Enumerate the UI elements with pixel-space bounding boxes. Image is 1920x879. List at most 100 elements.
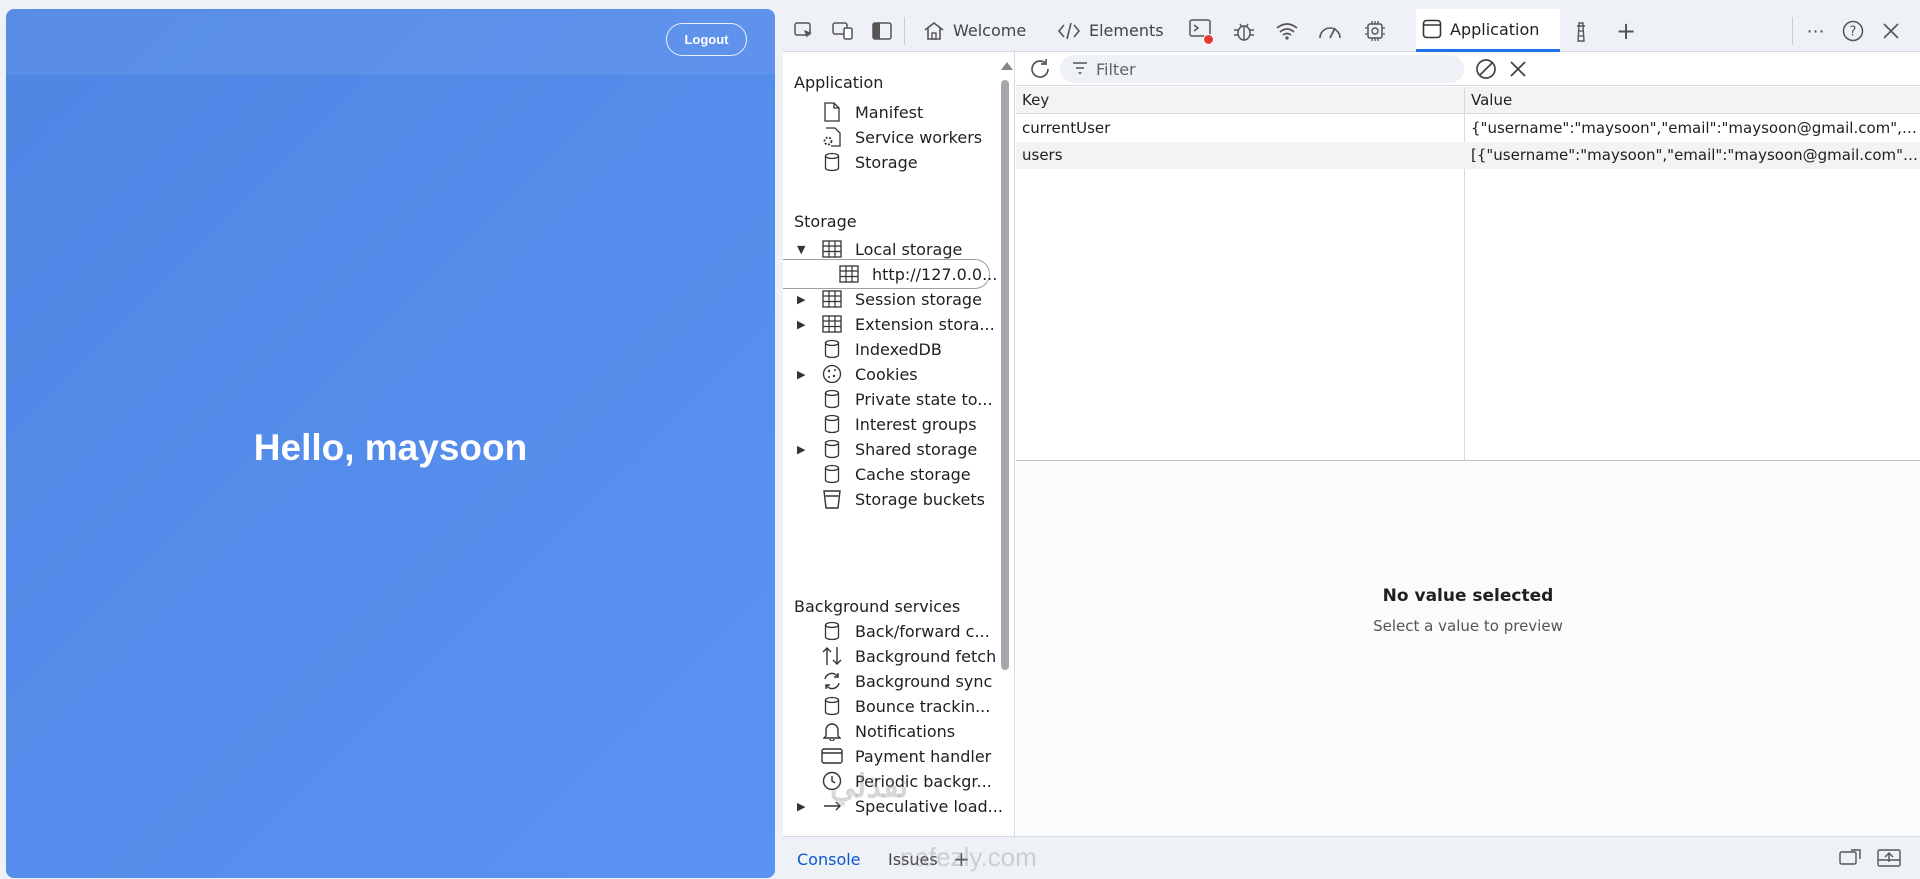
delete-selected-icon[interactable] [1506,57,1530,81]
sidebar-item-label: Back/forward c... [855,621,990,641]
row-value[interactable]: {"username":"maysoon","email":"maysoon@g… [1465,115,1920,142]
row-value[interactable]: [{"username":"maysoon","email":"maysoon@… [1465,142,1920,169]
sidebar-scrollbar[interactable] [999,58,1013,830]
sidebar-item-local-storage-origin[interactable]: http://127.0.0... [783,259,997,289]
inspect-icon[interactable] [792,20,816,42]
storage-section-header: Storage [794,212,857,231]
table-row[interactable]: users [{"username":"maysoon","email":"ma… [1016,142,1920,169]
table-icon [821,313,843,335]
cookie-icon [821,363,843,385]
filter-icon [1072,60,1088,79]
sidebar-item-label: Shared storage [855,439,978,459]
preview-subtitle: Select a value to preview [1373,617,1563,635]
more-icon[interactable]: ⋯ [1804,20,1828,42]
lighthouse-icon[interactable] [1569,20,1593,42]
sidebar-item-label: Cache storage [855,464,971,484]
code-icon [1057,22,1081,39]
sidebar-item-label: Storage [855,152,918,172]
tab-welcome[interactable]: Welcome [917,9,1032,52]
database-icon [821,413,843,435]
table-row[interactable]: currentUser {"username":"maysoon","email… [1016,115,1920,142]
dock-side-icon[interactable] [870,20,894,42]
key-value-table: Key Value currentUser {"username":"mayso… [1016,87,1920,461]
add-tab-icon[interactable]: + [1614,17,1638,45]
column-header-key[interactable]: Key [1016,87,1464,114]
home-icon [924,21,944,40]
sidebar-item-label: Private state to... [855,389,993,409]
sidebar-item-label: Payment handler [855,746,992,766]
help-icon[interactable]: ? [1841,20,1865,42]
collapsed-arrow-icon[interactable]: ▶ [797,318,809,331]
bug-icon[interactable] [1232,20,1256,42]
clock-icon [821,770,843,792]
scroll-up-arrow-icon[interactable] [1001,62,1013,70]
console-icon[interactable] [1188,19,1214,45]
sidebar-item-label: Extension stora... [855,314,995,334]
database-icon [821,388,843,410]
scrollbar-thumb[interactable] [1001,80,1009,670]
column-header-value[interactable]: Value [1465,87,1920,114]
collapsed-arrow-icon[interactable]: ▶ [797,443,809,456]
expanded-arrow-icon[interactable]: ▼ [797,243,809,256]
window-icon [1422,19,1442,39]
collapsed-arrow-icon[interactable]: ▶ [797,800,809,813]
collapsed-arrow-icon[interactable]: ▶ [797,368,809,381]
tab-application-label: Application [1450,19,1540,39]
collapsed-arrow-icon[interactable]: ▶ [797,293,809,306]
preview-title: No value selected [1382,586,1554,606]
database-icon [821,620,843,642]
credit-card-icon [821,745,843,767]
logout-button[interactable]: Logout [666,23,747,56]
memory-icon[interactable] [1363,20,1387,42]
sidebar-item-label: Service workers [855,127,983,147]
sidebar-item-label: Background fetch [855,646,997,666]
undock-drawer-icon[interactable] [1839,849,1861,871]
tab-elements[interactable]: Elements [1051,9,1170,52]
tab-application[interactable]: Application [1416,9,1560,52]
database-icon [821,151,843,173]
table-icon [821,238,843,260]
filter-input[interactable] [1096,59,1436,79]
tab-welcome-label: Welcome [953,21,1027,40]
devtools-panel: Welcome Elements Application + ⋯ ? Appli… [783,9,1920,879]
sidebar-item-label: Interest groups [855,414,977,434]
sidebar-item-label: http://127.0.0... [872,264,998,284]
drawer-tab-console[interactable]: Console [797,850,861,869]
web-page: Logout Hello, maysoon [6,9,775,878]
gear-document-icon [821,126,843,148]
row-key[interactable]: currentUser [1016,115,1464,142]
sidebar-item-label: Manifest [855,102,924,122]
dock-drawer-icon[interactable] [1877,849,1901,871]
sidebar-item-label: IndexedDB [855,339,942,359]
add-drawer-tab-icon[interactable]: + [953,847,970,871]
row-key[interactable]: users [1016,142,1464,169]
value-preview-pane: No value selected Select a value to prev… [1016,462,1920,836]
sidebar-item-label: Periodic backgr... [855,771,992,791]
devtools-tabbar: Welcome Elements Application + ⋯ ? [783,9,1920,52]
close-icon[interactable] [1879,20,1903,42]
table-icon [821,288,843,310]
device-toggle-icon[interactable] [831,20,855,42]
table-icon [838,263,860,285]
database-icon [821,695,843,717]
drawer-tab-issues[interactable]: Issues [888,850,938,869]
wifi-icon[interactable] [1275,20,1299,42]
arrows-icon [821,795,843,817]
sidebar-item-label: Local storage [855,239,963,259]
svg-text:?: ? [1850,25,1857,40]
sync-icon [821,670,843,692]
sidebar-item-label: Cookies [855,364,918,384]
error-badge [1203,34,1214,45]
storage-toolbar [1016,52,1920,86]
application-sidebar: Application Manifest Service workers Sto… [783,52,1015,836]
tab-elements-label: Elements [1089,21,1164,40]
sidebar-item-label: Speculative load... [855,796,1003,816]
greeting-heading: Hello, maysoon [253,427,528,468]
filter-field[interactable] [1060,55,1464,83]
up-down-arrows-icon [821,645,843,667]
sidebar-item-label: Bounce trackin... [855,696,991,716]
performance-icon[interactable] [1318,20,1342,42]
clear-all-icon[interactable] [1474,57,1498,81]
sidebar-item-label: Notifications [855,721,956,741]
refresh-icon[interactable] [1028,57,1052,81]
